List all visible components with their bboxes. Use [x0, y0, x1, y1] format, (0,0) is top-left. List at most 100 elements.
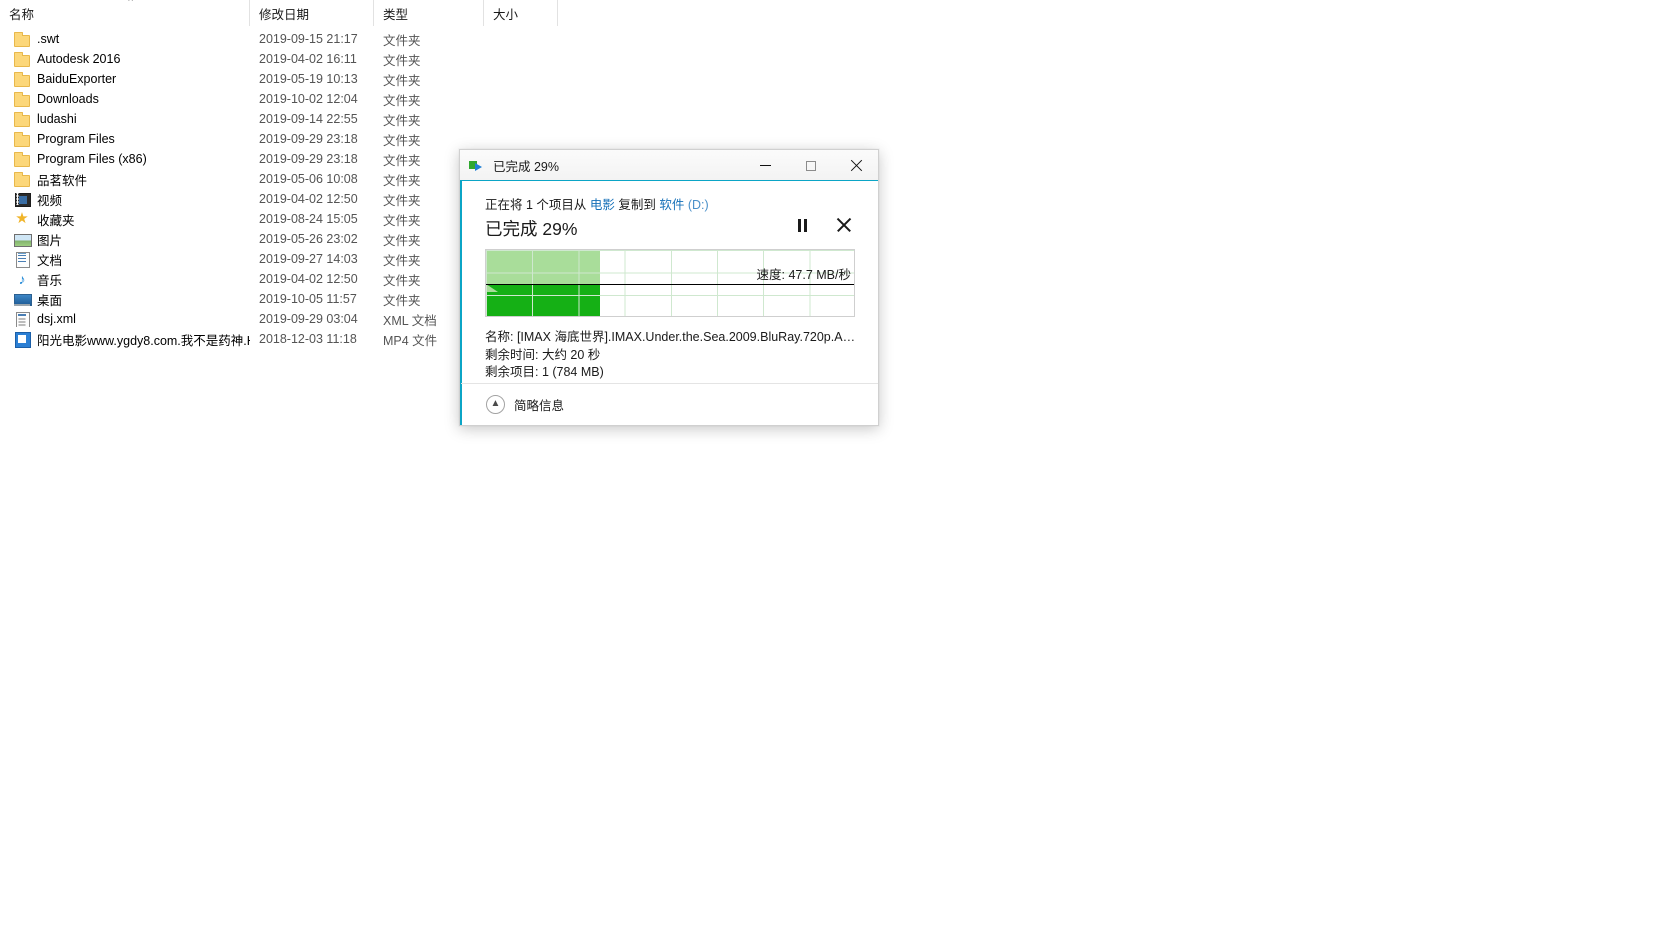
- file-date-cell: 2019-10-02 12:04: [259, 92, 358, 106]
- maximize-button[interactable]: [788, 150, 833, 181]
- file-name-label: ludashi: [37, 112, 77, 126]
- file-date-cell: 2019-09-29 23:18: [259, 152, 358, 166]
- column-header-type-label: 类型: [383, 7, 409, 22]
- cancel-button[interactable]: [836, 217, 852, 233]
- file-name-label: Autodesk 2016: [37, 52, 121, 66]
- file-type-cell: 文件夹: [383, 93, 421, 108]
- file-name-label: 视频: [37, 193, 63, 208]
- file-type-cell: 文件夹: [383, 73, 421, 88]
- file-date-cell: 2018-12-03 11:18: [259, 332, 357, 346]
- file-name-cell: 图片: [0, 230, 250, 249]
- operation-prefix: 正在将 1 个项目从: [485, 198, 590, 212]
- chevron-up-icon[interactable]: ▲: [486, 395, 505, 414]
- document-icon: [14, 251, 30, 268]
- graph-fill-light: [486, 250, 601, 284]
- file-name-label: 文档: [37, 253, 63, 268]
- file-name-cell: Downloads: [0, 91, 250, 107]
- star-icon: ★: [15, 210, 29, 227]
- file-type-cell: 文件夹: [383, 53, 421, 68]
- destination-drive-label: (D:): [684, 198, 709, 212]
- table-row[interactable]: .swt 2019-09-15 21:17 文件夹: [0, 29, 558, 49]
- file-type-cell: 文件夹: [383, 133, 421, 148]
- dialog-body: 正在将 1 个项目从 电影 复制到 软件 (D:) 已完成 29% 速度: 47…: [460, 194, 878, 382]
- mp4-icon: [14, 331, 31, 348]
- graph-baseline: [486, 284, 854, 286]
- file-name-label: .swt: [37, 32, 60, 46]
- folder-icon: [14, 71, 30, 87]
- column-header-type[interactable]: 类型: [374, 0, 484, 26]
- file-date-cell: 2019-05-19 10:13: [259, 72, 358, 86]
- video-icon: [14, 191, 31, 207]
- table-row[interactable]: Downloads 2019-10-02 12:04 文件夹: [0, 89, 558, 109]
- sort-ascending-caret-icon: ⌃: [126, 0, 136, 9]
- column-header-name[interactable]: 名称 ⌃: [0, 0, 250, 26]
- music-icon: ♪: [18, 271, 26, 287]
- minimize-button[interactable]: [743, 150, 788, 181]
- pause-button[interactable]: [796, 217, 810, 233]
- file-date-cell: 2019-04-02 12:50: [259, 192, 358, 206]
- transfer-controls: [796, 217, 852, 233]
- file-name-label: Downloads: [37, 92, 99, 106]
- minimize-icon: [760, 165, 771, 166]
- table-row[interactable]: ludashi 2019-09-14 22:55 文件夹: [0, 109, 558, 129]
- destination-folder-link[interactable]: 软件: [659, 198, 684, 212]
- maximize-icon: [805, 160, 816, 171]
- transfer-speed-label: 速度: 47.7 MB/秒: [756, 268, 851, 282]
- file-type-cell: 文件夹: [383, 113, 421, 128]
- graph-fill-dark: [486, 284, 601, 316]
- copy-icon: [469, 157, 485, 173]
- xml-icon: [14, 311, 30, 327]
- table-row[interactable]: BaiduExporter 2019-05-19 10:13 文件夹: [0, 69, 558, 89]
- operation-description: 正在将 1 个项目从 电影 复制到 软件 (D:): [485, 194, 878, 213]
- detail-time-remaining: 剩余时间: 大约 20 秒: [485, 347, 601, 362]
- file-name-cell: 品茗软件: [0, 170, 250, 189]
- file-name-cell: Program Files (x86): [0, 151, 250, 167]
- column-header-size[interactable]: 大小: [484, 0, 558, 26]
- file-name-label: 音乐: [37, 273, 63, 288]
- picture-icon: [14, 231, 32, 247]
- dialog-title: 已完成 29%: [493, 159, 559, 174]
- file-explorer-list: 名称 ⌃ 修改日期 类型 大小 .swt 2019-09-15 21:17 文件夹 A…: [0, 0, 1674, 932]
- column-header-name-label: 名称: [9, 7, 35, 22]
- dialog-title-bar[interactable]: 已完成 29%: [460, 150, 878, 181]
- folder-icon: [14, 31, 30, 47]
- less-details-label[interactable]: 简略信息: [514, 395, 564, 414]
- file-name-cell: Program Files: [0, 131, 250, 147]
- copy-progress-dialog: 已完成 29% 正在将 1 个项目从 电影 复制到 软件 (D:) 已完成 29…: [459, 149, 879, 426]
- table-row[interactable]: Autodesk 2016 2019-04-02 16:11 文件夹: [0, 49, 558, 69]
- file-name-label: BaiduExporter: [37, 72, 117, 86]
- desktop-icon: [14, 291, 32, 307]
- close-button[interactable]: [833, 150, 878, 181]
- column-header-date-label: 修改日期: [259, 7, 310, 22]
- transfer-details: 名称: [IMAX 海底世界].IMAX.Under.the.Sea.2009.…: [485, 329, 878, 382]
- file-name-cell: .swt: [0, 31, 250, 47]
- detail-file-name: 名称: [IMAX 海底世界].IMAX.Under.the.Sea.2009.…: [485, 330, 857, 344]
- file-name-cell: 阳光电影www.ygdy8.com.我不是药神.H...: [0, 330, 250, 349]
- file-name-cell: ♪ 音乐: [0, 270, 250, 289]
- table-row[interactable]: Program Files 2019-09-29 23:18 文件夹: [0, 129, 558, 149]
- close-icon: [850, 160, 862, 172]
- folder-icon: [14, 171, 30, 187]
- speed-graph: 速度: 47.7 MB/秒: [485, 249, 855, 317]
- file-date-cell: 2019-09-29 03:04: [259, 312, 358, 326]
- file-name-cell: 文档: [0, 250, 250, 269]
- file-name-label: Program Files: [37, 132, 115, 146]
- file-date-cell: 2019-05-26 23:02: [259, 232, 358, 246]
- file-name-label: 品茗软件: [37, 173, 88, 188]
- dialog-footer: ▲ 简略信息: [461, 383, 878, 425]
- folder-icon: [14, 151, 30, 167]
- source-folder-link[interactable]: 电影: [590, 198, 615, 212]
- file-name-label: 收藏夹: [37, 213, 75, 228]
- file-date-cell: 2019-10-05 11:57: [259, 292, 357, 306]
- file-name-label: Program Files (x86): [37, 152, 147, 166]
- file-type-cell: 文件夹: [383, 33, 421, 48]
- folder-icon: [14, 91, 30, 107]
- file-name-label: 图片: [37, 233, 63, 248]
- progress-header: 已完成 29%: [485, 217, 878, 243]
- column-header-date[interactable]: 修改日期: [250, 0, 374, 26]
- file-name-cell: Autodesk 2016: [0, 51, 250, 67]
- column-header-row: 名称 ⌃ 修改日期 类型 大小: [0, 0, 558, 26]
- file-name-cell: ★ 收藏夹: [0, 210, 250, 229]
- file-name-cell: 视频: [0, 190, 250, 209]
- file-date-cell: 2019-09-29 23:18: [259, 132, 358, 146]
